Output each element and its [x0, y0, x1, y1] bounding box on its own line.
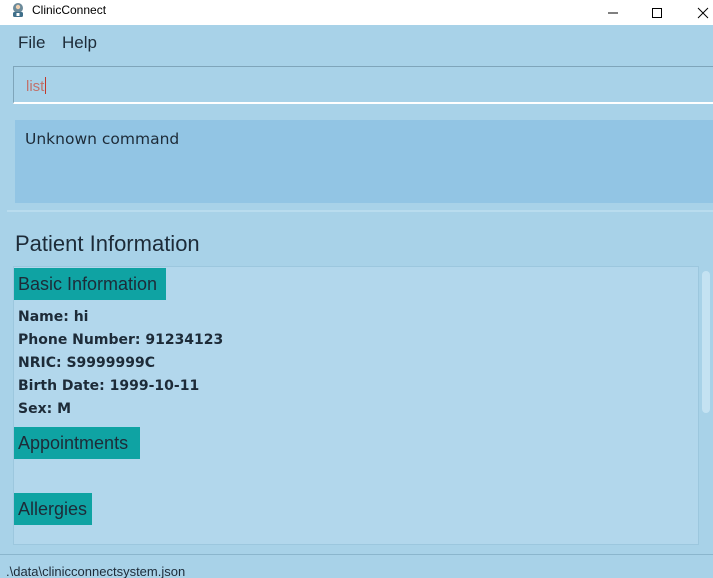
patient-name: Name: hi — [18, 309, 89, 325]
result-message: Unknown command — [25, 130, 180, 148]
scrollbar-thumb[interactable] — [702, 271, 710, 413]
command-input[interactable]: list — [26, 77, 47, 95]
patient-birth-date: Birth Date: 1999-10-11 — [18, 378, 200, 394]
result-display: Unknown command — [15, 120, 713, 203]
minimize-icon — [608, 12, 618, 13]
close-button[interactable] — [680, 0, 713, 25]
maximize-button[interactable] — [634, 0, 680, 25]
command-text: list — [26, 78, 45, 95]
status-bar: .\data\clinicconnectsystem.json — [0, 554, 713, 578]
patient-info-title: Patient Information — [15, 231, 200, 256]
close-icon — [697, 7, 709, 18]
save-file-path: .\data\clinicconnectsystem.json — [6, 564, 186, 578]
patient-phone: Phone Number: 91234123 — [18, 332, 224, 348]
patient-info-panel — [13, 266, 699, 545]
basic-info-header: Basic Information — [14, 268, 166, 300]
menu-file[interactable]: File — [18, 33, 45, 53]
patient-nric: NRIC: S9999999C — [18, 355, 155, 371]
text-caret — [45, 77, 47, 94]
app-window: ClinicConnect File Help list Unknown com… — [0, 0, 713, 578]
maximize-icon — [652, 7, 662, 18]
result-display-area: Unknown command — [7, 113, 713, 212]
command-box[interactable]: list — [13, 66, 713, 104]
title-bar: ClinicConnect — [0, 0, 713, 25]
menu-help[interactable]: Help — [62, 33, 97, 53]
window-title: ClinicConnect — [32, 3, 107, 17]
clinic-app-icon — [13, 3, 23, 17]
minimize-button[interactable] — [590, 0, 636, 25]
allergies-header: Allergies — [14, 493, 92, 525]
patient-sex: Sex: M — [18, 401, 72, 417]
menu-bar: File Help — [0, 25, 713, 59]
appointments-header: Appointments — [14, 427, 140, 459]
